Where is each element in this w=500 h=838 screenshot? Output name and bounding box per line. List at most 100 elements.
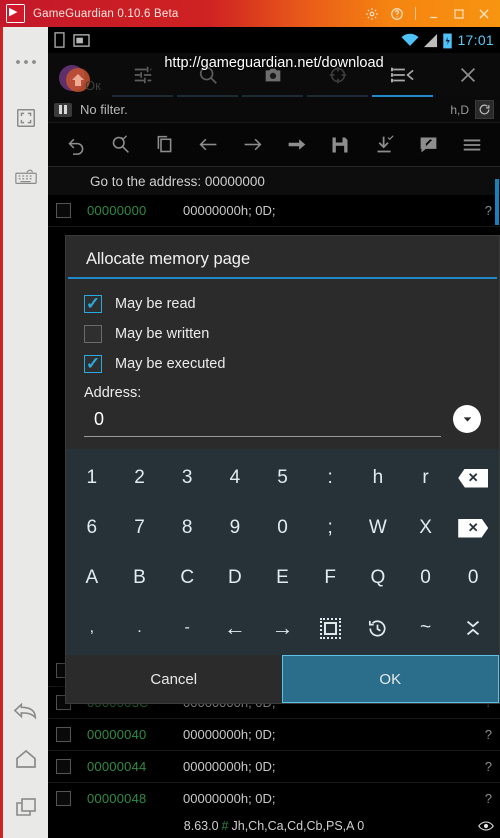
key-backspace[interactable]: ✕ <box>449 453 497 503</box>
tab-screenshot[interactable] <box>240 53 305 97</box>
checkbox-input[interactable] <box>84 355 102 373</box>
filter-bar: No filter. h,D <box>48 97 500 123</box>
key-colon[interactable]: : <box>306 453 354 503</box>
key-semicolon[interactable]: ; <box>306 503 354 553</box>
backspace-icon: ✕ <box>458 468 489 488</box>
key-select-all[interactable] <box>306 603 354 653</box>
prev-button[interactable] <box>193 130 223 160</box>
checkbox-may-be-written[interactable]: May be written <box>84 319 481 349</box>
save-button[interactable] <box>325 130 355 160</box>
window-title-bar: GameGuardian 0.10.6 Beta <box>0 0 500 27</box>
download-button[interactable] <box>369 130 399 160</box>
close-button[interactable] <box>472 2 496 26</box>
key-1[interactable]: 1 <box>68 453 116 503</box>
filter-mode-label: h,D <box>450 102 469 117</box>
edit-button[interactable] <box>413 130 443 160</box>
address-input[interactable]: 0 <box>84 405 441 437</box>
key-q[interactable]: Q <box>354 553 402 603</box>
checkbox-may-be-executed[interactable]: May be executed <box>84 349 481 379</box>
key-3[interactable]: 3 <box>163 453 211 503</box>
key-e[interactable]: E <box>259 553 307 603</box>
row-checkbox[interactable] <box>56 727 71 742</box>
recents-icon[interactable] <box>9 790 43 824</box>
key-delete[interactable]: ✕ <box>449 503 497 553</box>
more-options-icon[interactable] <box>9 45 43 79</box>
key-h[interactable]: h <box>354 453 402 503</box>
app-logo-icon <box>6 4 25 23</box>
key-arrow-right[interactable]: → <box>259 603 307 653</box>
keyboard-row-3: A B C D E F Q 0 0 <box>68 553 497 603</box>
key-minus[interactable]: - <box>163 603 211 653</box>
key-r[interactable]: r <box>402 453 450 503</box>
key-x[interactable]: X <box>402 503 450 553</box>
key-5[interactable]: 5 <box>259 453 307 503</box>
checkbox-input[interactable] <box>84 325 102 343</box>
back-icon[interactable] <box>9 694 43 728</box>
table-row[interactable]: 00000048 00000000h; 0D; ? <box>48 783 500 815</box>
next-button[interactable] <box>237 130 267 160</box>
emulator-sidebar <box>0 27 48 838</box>
refresh-button[interactable] <box>475 100 494 119</box>
row-checkbox[interactable] <box>56 791 71 806</box>
key-0[interactable]: 0 <box>259 503 307 553</box>
delete-icon: ✕ <box>458 518 489 538</box>
row-checkbox[interactable] <box>56 203 71 218</box>
checkbox-input[interactable] <box>84 295 102 313</box>
search-button[interactable] <box>105 130 135 160</box>
eye-icon[interactable] <box>478 820 494 832</box>
filter-right-group: h,D <box>450 100 494 119</box>
table-row[interactable]: 00000044 00000000h; 0D; ? <box>48 751 500 783</box>
home-icon[interactable] <box>9 742 43 776</box>
key-period[interactable]: . <box>116 603 164 653</box>
tab-close[interactable] <box>435 53 500 97</box>
help-button[interactable] <box>385 2 409 26</box>
tab-search[interactable] <box>175 53 240 97</box>
copy-button[interactable] <box>149 130 179 160</box>
undo-button[interactable] <box>61 130 91 160</box>
row-checkbox[interactable] <box>56 759 71 774</box>
tab-crosshair[interactable] <box>305 53 370 97</box>
key-b[interactable]: B <box>116 553 164 603</box>
key-9[interactable]: 9 <box>211 503 259 553</box>
tab-settings[interactable] <box>110 53 175 97</box>
menu-button[interactable] <box>457 130 487 160</box>
key-4[interactable]: 4 <box>211 453 259 503</box>
tab-underline <box>242 95 303 97</box>
key-comma[interactable]: , <box>68 603 116 653</box>
key-7[interactable]: 7 <box>116 503 164 553</box>
key-a[interactable]: A <box>68 553 116 603</box>
table-row[interactable]: 00000040 00000000h; 0D; ? <box>48 719 500 751</box>
fullscreen-icon[interactable] <box>9 101 43 135</box>
row-marker: ? <box>484 203 492 218</box>
tab-list[interactable] <box>370 53 435 97</box>
hex-scrollbar[interactable] <box>495 179 499 225</box>
chevron-down-icon[interactable] <box>453 405 481 433</box>
row-marker: ? <box>484 727 492 742</box>
key-6[interactable]: 6 <box>68 503 116 553</box>
goto-address-label: Go to the address: 00000000 <box>48 167 500 195</box>
key-tilde[interactable]: ~ <box>402 603 450 653</box>
ok-button[interactable]: OK <box>281 655 499 703</box>
key-arrow-left[interactable]: ← <box>211 603 259 653</box>
key-c[interactable]: C <box>163 553 211 603</box>
key-f[interactable]: F <box>306 553 354 603</box>
key-history[interactable] <box>354 603 402 653</box>
key-8[interactable]: 8 <box>163 503 211 553</box>
key-2[interactable]: 2 <box>116 453 164 503</box>
gg-home-button[interactable]: Окн <box>48 63 110 97</box>
checkbox-label: May be written <box>115 326 210 342</box>
settings-button[interactable] <box>360 2 384 26</box>
pause-button[interactable] <box>54 102 72 117</box>
goto-button[interactable] <box>281 130 311 160</box>
minimize-button[interactable] <box>422 2 446 26</box>
key-collapse[interactable] <box>449 603 497 653</box>
checkbox-may-be-read[interactable]: May be read <box>84 289 481 319</box>
maximize-button[interactable] <box>447 2 471 26</box>
key-zero-3[interactable]: 0 <box>449 553 497 603</box>
table-row[interactable]: 00000000 00000000h; 0D; ? <box>48 195 500 227</box>
keymapping-icon[interactable] <box>9 159 43 193</box>
key-zero-2[interactable]: 0 <box>402 553 450 603</box>
key-d[interactable]: D <box>211 553 259 603</box>
cancel-button[interactable]: Cancel <box>66 655 282 703</box>
key-w[interactable]: W <box>354 503 402 553</box>
